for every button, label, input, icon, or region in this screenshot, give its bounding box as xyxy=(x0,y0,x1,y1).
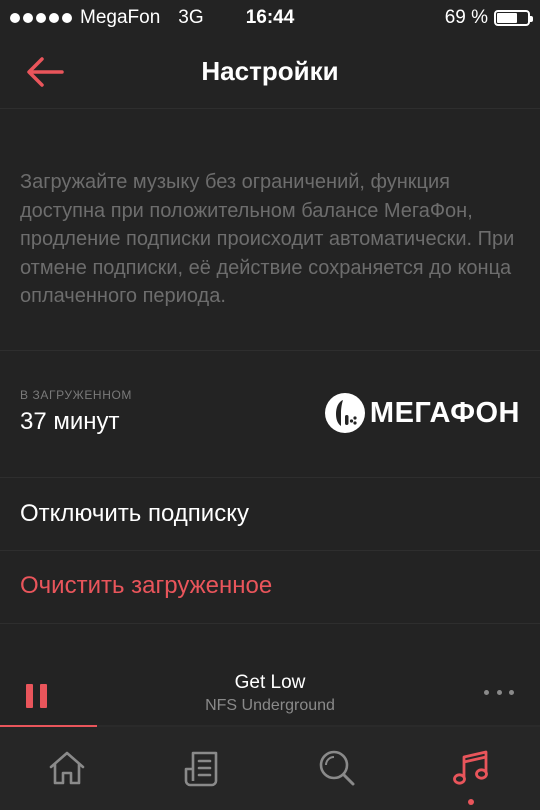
music-note-icon xyxy=(453,750,488,785)
more-horizontal-icon xyxy=(484,689,489,695)
status-right: 69 % xyxy=(444,7,533,29)
clear-downloads-button[interactable]: Очистить загруженное xyxy=(20,572,272,600)
track-title: Get Low xyxy=(234,672,306,693)
divider xyxy=(0,550,540,551)
tab-feed[interactable] xyxy=(182,747,224,789)
mini-player[interactable]: Get Low NFS Underground xyxy=(0,660,540,726)
tab-bar xyxy=(0,727,540,810)
active-tab-indicator xyxy=(468,799,474,805)
search-icon xyxy=(319,750,355,786)
megafon-logo-icon xyxy=(324,393,365,433)
feed-icon xyxy=(184,751,218,787)
status-bar: MegaFon 3G 16:44 69 % xyxy=(0,0,540,36)
tab-home[interactable] xyxy=(46,747,88,789)
more-dot xyxy=(509,689,514,695)
more-dot xyxy=(496,689,502,695)
nav-bar: Настройки xyxy=(0,36,540,109)
page-title: Настройки xyxy=(201,56,339,86)
unsubscribe-button[interactable]: Отключить подписку xyxy=(20,500,249,528)
megafon-logo: МЕГАФОН xyxy=(324,392,520,434)
divider xyxy=(0,477,540,478)
downloaded-value: 37 минут xyxy=(20,408,120,435)
divider xyxy=(0,623,540,624)
subscription-description: Загружайте музыку без ограничений, функц… xyxy=(20,171,515,307)
tab-search[interactable] xyxy=(316,747,358,789)
battery-icon xyxy=(494,10,533,26)
megafon-logo-text: МЕГАФОН xyxy=(369,396,520,429)
more-button[interactable] xyxy=(484,684,514,700)
battery-percent: 69 % xyxy=(444,7,488,28)
home-icon xyxy=(49,751,85,785)
track-artist: NFS Underground xyxy=(205,697,335,714)
tab-music[interactable] xyxy=(450,747,492,789)
battery-level xyxy=(497,13,518,23)
downloaded-label: В ЗАГРУЖЕННОМ xyxy=(20,388,132,402)
divider xyxy=(0,350,540,351)
